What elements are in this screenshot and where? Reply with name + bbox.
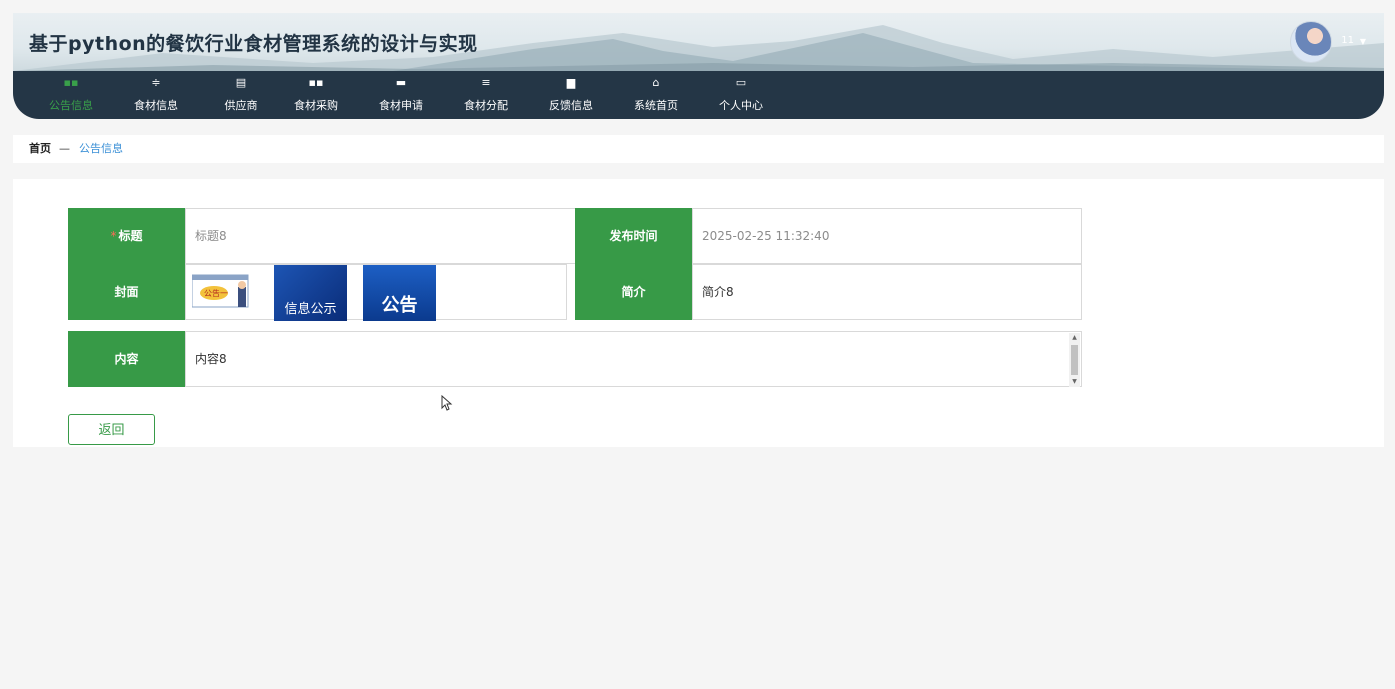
scrollbar-thumb[interactable] <box>1071 345 1078 375</box>
nav-item-label: 系统首页 <box>634 99 678 112</box>
grid-icon: ▪▪ <box>63 76 79 89</box>
form-row-content: 内容 内容8 ▲ ▼ <box>68 331 1082 387</box>
home-icon: ⌂ <box>652 76 660 89</box>
form-row-cover: 封面 公告一 信息公示 公告 简介 简介8 <box>68 264 1082 321</box>
app-header: 基于python的餐饮行业食材管理系统的设计与实现 11 ▼ ▪▪ 公告信息 ≑… <box>13 13 1384 119</box>
nav-item-label: 食材申请 <box>379 99 423 112</box>
back-button[interactable]: 返回 <box>68 414 155 445</box>
nav-item-label: 食材采购 <box>294 99 338 112</box>
cover-image-1-graphic: 公告一 <box>192 274 249 308</box>
monitor-icon: ▆ <box>566 76 576 89</box>
breadcrumb-current[interactable]: 公告信息 <box>79 135 123 163</box>
nav-item-label: 食材分配 <box>464 99 508 112</box>
card-icon: ▭ <box>735 76 747 89</box>
publish-time-label: 发布时间 <box>575 208 692 264</box>
title-label-text: 标题 <box>118 229 143 243</box>
nav-item-label: 反馈信息 <box>549 99 593 112</box>
content-text: 内容8 <box>195 352 227 366</box>
nav-item-purchase[interactable]: ▪▪ 食材采购 <box>276 71 356 119</box>
title-label: * 标题 <box>68 208 185 264</box>
main-nav: ▪▪ 公告信息 ≑ 食材信息 ▤ 供应商 ▪▪ 食材采购 ▬ 食材申请 ≡ 食材… <box>13 71 1384 119</box>
cover-image-2[interactable]: 信息公示 <box>274 265 347 321</box>
nav-item-profile[interactable]: ▭ 个人中心 <box>701 71 781 119</box>
breadcrumb: 首页 — 公告信息 <box>13 135 1384 163</box>
app-title: 基于python的餐饮行业食材管理系统的设计与实现 <box>29 33 478 55</box>
breadcrumb-home[interactable]: 首页 <box>29 135 51 163</box>
header-banner: 基于python的餐饮行业食材管理系统的设计与实现 11 ▼ <box>13 13 1384 71</box>
nav-item-ingredient-info[interactable]: ≑ 食材信息 <box>116 71 196 119</box>
scroll-up-icon[interactable]: ▲ <box>1069 333 1080 343</box>
chevron-down-icon[interactable]: ▼ <box>1360 37 1366 46</box>
user-name[interactable]: 11 <box>1341 35 1354 46</box>
required-mark: * <box>110 229 117 243</box>
breadcrumb-separator: — <box>59 142 70 155</box>
nav-item-feedback[interactable]: ▆ 反馈信息 <box>531 71 611 119</box>
intro-field[interactable]: 简介8 <box>692 264 1082 320</box>
content-label: 内容 <box>68 331 185 387</box>
nav-item-application[interactable]: ▬ 食材申请 <box>361 71 441 119</box>
form-row-title: * 标题 标题8 发布时间 2025-02-25 11:32:40 <box>68 208 1082 264</box>
clipboard-icon: ▤ <box>235 76 247 89</box>
cover-image-2-text: 信息公示 <box>284 302 337 317</box>
scroll-down-icon[interactable]: ▼ <box>1069 377 1080 387</box>
cover-image-1[interactable]: 公告一 <box>192 265 265 321</box>
title-field[interactable]: 标题8 <box>185 208 576 264</box>
detail-panel: *标题 标题8 发布时间 2025-02-25 11:32:40 封面 公告一 <box>13 179 1384 447</box>
intro-label: 简介 <box>575 264 692 320</box>
nav-item-home[interactable]: ⌂ 系统首页 <box>616 71 696 119</box>
publish-time-field[interactable]: 2025-02-25 11:32:40 <box>692 208 1082 264</box>
nav-item-label: 个人中心 <box>719 99 763 112</box>
cover-image-3-text: 公告 <box>381 295 418 316</box>
cover-image-1-text: 公告一 <box>204 288 228 298</box>
grid-icon: ▪▪ <box>308 76 324 89</box>
nav-item-supplier[interactable]: ▤ 供应商 <box>201 71 281 119</box>
cover-images: 公告一 信息公示 公告 <box>185 264 567 321</box>
mouse-cursor-icon <box>441 395 453 411</box>
nav-item-label: 公告信息 <box>49 99 93 112</box>
sliders-icon: ≑ <box>151 76 161 89</box>
nav-item-label: 供应商 <box>224 99 258 112</box>
nav-item-allocation[interactable]: ≡ 食材分配 <box>446 71 526 119</box>
nav-item-notice[interactable]: ▪▪ 公告信息 <box>31 71 111 119</box>
content-scrollbar[interactable]: ▲ ▼ <box>1069 333 1080 387</box>
content-field[interactable]: 内容8 ▲ ▼ <box>185 331 1082 387</box>
cover-label: 封面 <box>68 264 185 320</box>
nav-item-label: 食材信息 <box>134 99 178 112</box>
message-icon: ▬ <box>395 76 407 89</box>
cover-image-3[interactable]: 公告 <box>363 265 436 321</box>
menu-icon: ≡ <box>481 76 491 89</box>
avatar[interactable] <box>1290 21 1332 63</box>
